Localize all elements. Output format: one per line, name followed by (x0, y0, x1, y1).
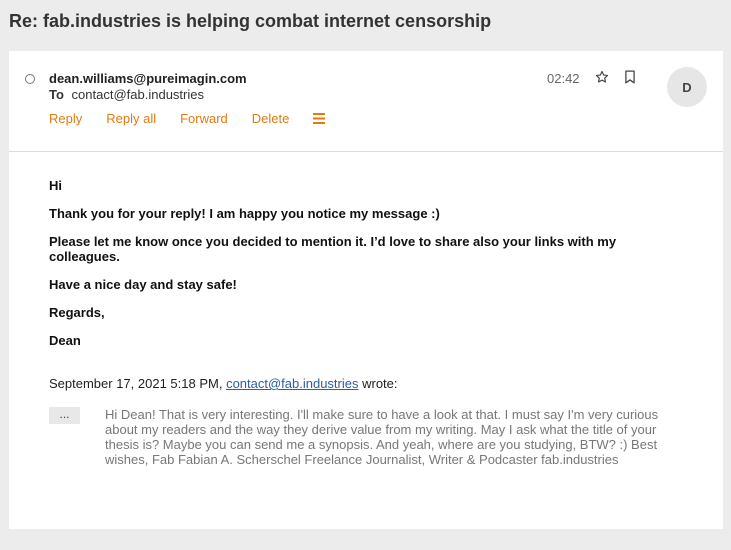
reply-all-button[interactable]: Reply all (106, 111, 156, 126)
message-body: Hi Thank you for your reply! I am happy … (9, 152, 723, 467)
quote-sender-link[interactable]: contact@fab.industries (226, 376, 358, 391)
bookmark-icon[interactable] (624, 70, 636, 84)
recipient-address[interactable]: contact@fab.industries (72, 87, 204, 102)
body-line: Thank you for your reply! I am happy you… (49, 206, 440, 221)
sender-address[interactable]: dean.williams@pureimagin.com (49, 71, 247, 86)
body-line: Hi (49, 178, 62, 193)
quoted-text: Hi Dean! That is very interesting. I'll … (105, 407, 659, 467)
email-subject: Re: fab.industries is helping combat int… (9, 11, 492, 31)
delete-button[interactable]: Delete (252, 111, 290, 126)
unread-status-icon[interactable] (25, 74, 35, 84)
quote-wrote: wrote: (358, 376, 398, 391)
body-line: Have a nice day and stay safe! (49, 277, 237, 292)
avatar: D (667, 67, 707, 107)
body-line: Regards, (49, 305, 105, 320)
body-line: Please let me know once you decided to m… (49, 234, 617, 264)
message-time: 02:42 (547, 71, 580, 86)
quoted-block: ... Hi Dean! That is very interesting. I… (49, 407, 683, 467)
quote-header: September 17, 2021 5:18 PM, contact@fab.… (49, 376, 683, 391)
show-quoted-button[interactable]: ... (49, 407, 80, 424)
body-line: Dean (49, 333, 81, 348)
quote-date: September 17, 2021 5:18 PM, (49, 376, 227, 391)
star-icon[interactable] (595, 70, 609, 84)
message-header: dean.williams@pureimagin.com To contact@… (9, 51, 723, 152)
recipient-row: To contact@fab.industries (49, 87, 204, 102)
forward-button[interactable]: Forward (180, 111, 228, 126)
message-actions: Reply Reply all Forward Delete (49, 111, 326, 126)
message-card: dean.williams@pureimagin.com To contact@… (9, 51, 723, 529)
more-menu-icon[interactable] (313, 113, 326, 124)
to-label: To (49, 87, 64, 102)
reply-button[interactable]: Reply (49, 111, 82, 126)
